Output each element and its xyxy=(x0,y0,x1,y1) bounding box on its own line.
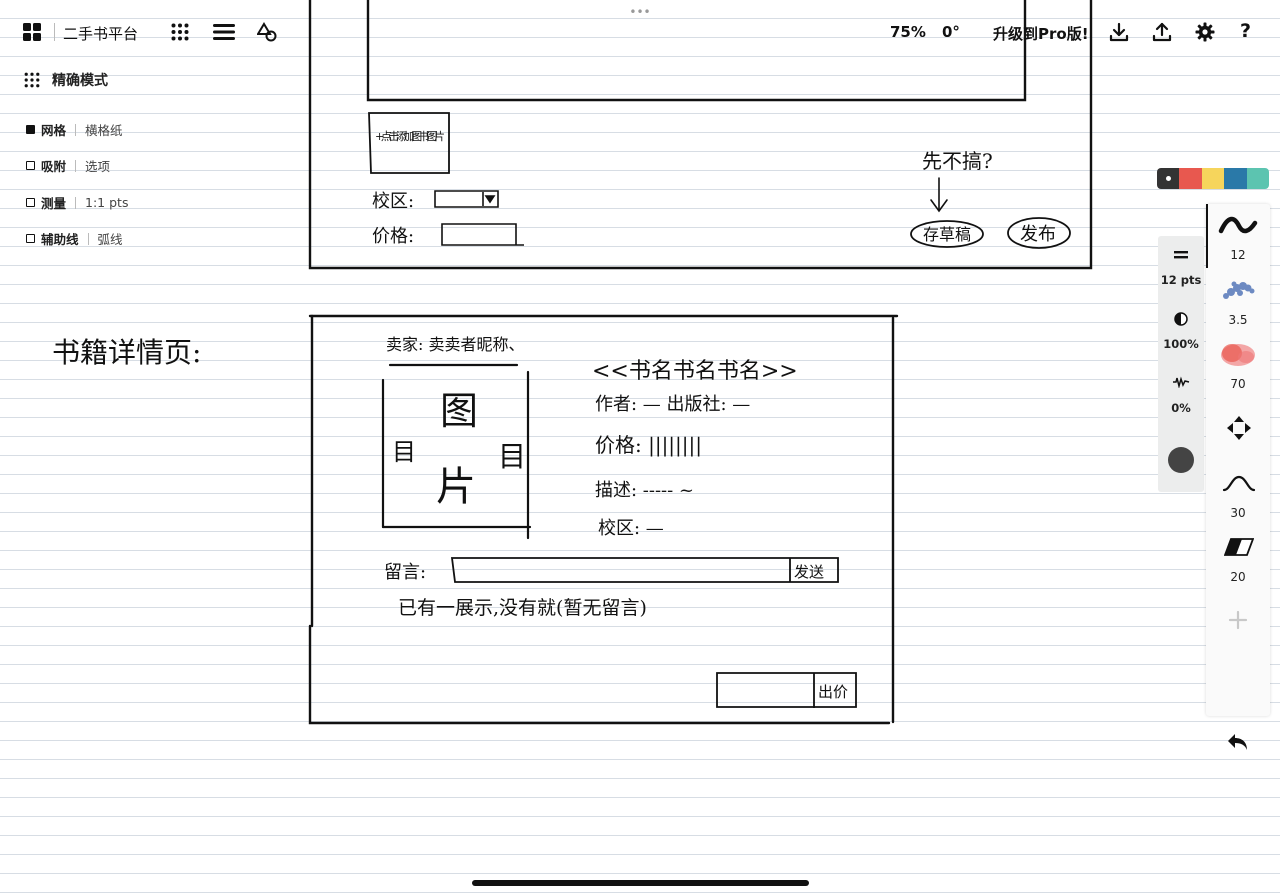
color-swatch-blue[interactable] xyxy=(1224,168,1247,189)
comment-input xyxy=(450,557,839,583)
color-palette[interactable] xyxy=(1157,168,1269,189)
seller-label: 卖家: 卖卖者昵称、 xyxy=(386,335,524,354)
curve-tool-icon[interactable] xyxy=(1222,474,1256,494)
settings-gear-icon[interactable] xyxy=(1194,21,1216,43)
image-char-4: 片 xyxy=(436,464,476,510)
publish-button: 发布 xyxy=(1020,224,1056,245)
price-row: 价格: |||||||| xyxy=(595,433,702,458)
send-button: 发送 xyxy=(794,563,824,581)
color-swatch-teal[interactable] xyxy=(1246,168,1269,189)
share-icon[interactable] xyxy=(1151,21,1173,43)
stroke-properties-panel: 12 pts 100% 0% xyxy=(1158,236,1204,492)
description-row: 描述: ----- ~ xyxy=(595,480,694,501)
image-upload-box xyxy=(368,112,450,174)
book-name: <<书名书名书名>> xyxy=(592,359,798,384)
campus-dropdown xyxy=(434,190,499,208)
opacity-value[interactable]: 100% xyxy=(1158,337,1204,351)
campus-row: 校区: — xyxy=(598,518,664,539)
pen-tool-value: 12 xyxy=(1230,248,1246,262)
current-color-swatch[interactable] xyxy=(1168,447,1194,473)
undo-icon[interactable] xyxy=(1226,731,1250,753)
eraser-tool-icon[interactable] xyxy=(1224,538,1254,556)
brush-tool-icon[interactable] xyxy=(1216,339,1260,371)
campus-label: 校区: xyxy=(372,191,414,212)
detail-page-title: 书籍详情页: xyxy=(52,336,201,369)
color-swatch-red[interactable] xyxy=(1179,168,1202,189)
arrow-icon xyxy=(930,177,948,213)
opacity-icon[interactable] xyxy=(1174,312,1188,326)
pressure-value[interactable]: 0% xyxy=(1158,401,1204,415)
curve-tool-value: 30 xyxy=(1230,506,1246,520)
draft-button: 存草稿 xyxy=(923,225,971,244)
author-row: 作者: — 出版社: — xyxy=(595,394,750,415)
sketch-canvas[interactable]: ••• +点击添加图书图片 校区: 价格: 先不搞? 存草稿 发布 书籍详情页:… xyxy=(0,0,1150,894)
brush-tool-value: 70 xyxy=(1230,377,1246,391)
stroke-width-value[interactable]: 12 pts xyxy=(1158,273,1204,287)
comment-label: 留言: xyxy=(384,562,426,583)
eraser-tool-value: 20 xyxy=(1230,570,1246,584)
pencil-tool-icon[interactable] xyxy=(1218,274,1258,304)
color-swatch-dark[interactable] xyxy=(1157,168,1180,189)
pencil-tool-value: 3.5 xyxy=(1228,313,1248,327)
draft-note: 先不搞? xyxy=(922,149,993,173)
price-label: 价格: xyxy=(372,226,414,247)
image-char-2: 目 xyxy=(392,438,416,466)
image-upload-text: +点击添加图书图片 xyxy=(375,129,445,143)
color-swatch-yellow[interactable] xyxy=(1201,168,1225,189)
home-indicator[interactable] xyxy=(472,880,809,886)
move-tool-icon[interactable] xyxy=(1226,415,1252,441)
price-input xyxy=(441,223,524,246)
existing-comments: 已有一展示,没有就(暂无留言) xyxy=(398,597,647,619)
bid-button: 出价 xyxy=(818,683,848,701)
pressure-icon[interactable] xyxy=(1172,376,1190,388)
tools-panel: 12 3.5 70 30 20 xyxy=(1206,204,1270,716)
add-tool-icon[interactable] xyxy=(1228,610,1248,630)
image-char-3: 目 xyxy=(498,440,526,473)
help-icon[interactable]: ? xyxy=(1240,20,1251,42)
image-char-1: 图 xyxy=(440,389,478,433)
canvas-drag-handle[interactable]: ••• xyxy=(629,5,650,19)
stroke-width-icon[interactable] xyxy=(1173,250,1189,260)
pen-tool-icon[interactable] xyxy=(1218,214,1258,238)
